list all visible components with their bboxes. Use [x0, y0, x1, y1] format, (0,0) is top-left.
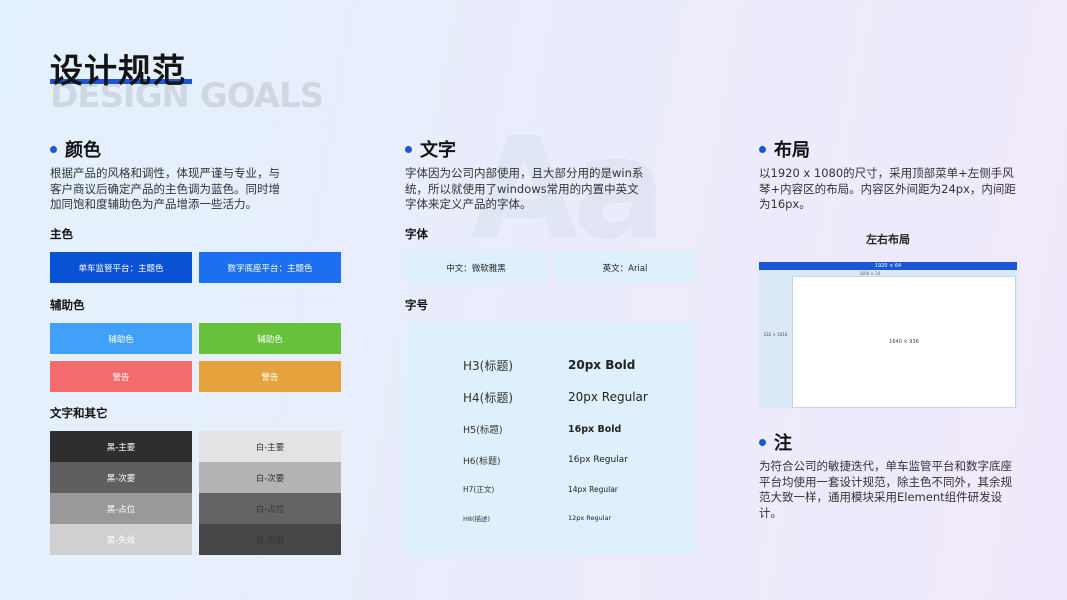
aux-swatch-label: 警告 — [112, 372, 130, 383]
primary-swatch-label: 数字底座平台：主题色 — [227, 263, 313, 274]
type-value: 14px Regular — [568, 484, 618, 494]
layout-main-area: 1640 × 936 — [792, 276, 1016, 408]
type-row-h4: H4(标题) 20px Regular — [405, 387, 696, 407]
aux-swatch-label: 辅助色 — [108, 334, 134, 345]
white-primary-swatch: 白-主要 — [199, 431, 341, 462]
font-box-chinese: 中文：微软雅黑 — [405, 252, 547, 283]
aux-swatch-label: 辅助色 — [257, 334, 283, 345]
layout-side-label: 232 × 1016 — [763, 332, 788, 337]
bullet-icon — [759, 438, 766, 446]
swatch-label: 白-次要 — [255, 473, 285, 484]
type-row-h6: H6(标题) 16px Regular — [405, 450, 696, 470]
layout-description: 以1920 x 1080的尺寸，采用顶部菜单+左侧手风琴+内容区的布局。内容区外… — [759, 166, 1016, 211]
type-value: 16px Bold — [568, 423, 622, 435]
type-value: 12px Regular — [568, 514, 612, 522]
primary-swatch-2: 数字底座平台：主题色 — [199, 252, 341, 283]
warning-swatch-1: 警告 — [50, 361, 192, 392]
aux-swatch-label: 警告 — [261, 372, 279, 383]
layout-diagram: 1920 × 64 1600 × 24 232 × 1016 1640 × 93… — [759, 262, 1017, 408]
black-placeholder-swatch: 黑-占位 — [50, 493, 192, 524]
primary-color-label: 主色 — [50, 227, 73, 241]
layout-top-label: 1920 × 64 — [874, 263, 902, 269]
type-name: H8(描述) — [463, 515, 491, 523]
black-disabled-swatch: 黑-失效 — [50, 524, 192, 555]
bullet-icon — [50, 145, 57, 153]
bullet-icon — [405, 145, 412, 153]
swatch-label: 黑-主要 — [106, 442, 136, 453]
layout-main-label: 1640 × 936 — [889, 339, 919, 345]
primary-swatch-1: 单车监管平台：主题色 — [50, 252, 192, 283]
warning-swatch-2: 警告 — [199, 361, 341, 392]
note-heading: 注 — [759, 429, 792, 455]
note-heading-text: 注 — [774, 433, 792, 454]
type-name: H7(正文) — [463, 484, 495, 494]
black-secondary-swatch: 黑-次要 — [50, 462, 192, 493]
color-description: 根据产品的风格和调性，体现严谨与专业，与客户商议后确定产品的主色调为蓝色。同时增… — [50, 166, 280, 211]
type-name: H3(标题) — [463, 358, 514, 373]
white-secondary-swatch: 白-次要 — [199, 462, 341, 493]
black-primary-swatch: 黑-主要 — [50, 431, 192, 462]
layout-heading-text: 布局 — [774, 140, 810, 161]
type-value: 20px Bold — [568, 358, 636, 372]
text-description: 字体因为公司内部使用，且大部分用的是win系统，所以就使用了windows常用的… — [405, 166, 644, 211]
color-heading-text: 颜色 — [65, 140, 101, 161]
text-color-label: 文字和其它 — [50, 406, 108, 420]
bullet-icon — [759, 145, 766, 153]
aux-swatch-2: 辅助色 — [199, 323, 341, 354]
layout-diagram-title: 左右布局 — [866, 233, 910, 246]
type-row-h3: H3(标题) 20px Bold — [405, 355, 696, 375]
type-name: H4(标题) — [463, 390, 514, 405]
swatch-label: 白-占位 — [255, 504, 285, 515]
type-row-h7: H7(正文) 14px Regular — [405, 479, 696, 499]
size-label: 字号 — [405, 298, 428, 312]
primary-swatch-label: 单车监管平台：主题色 — [78, 263, 164, 274]
swatch-label: 黑-失效 — [106, 535, 136, 546]
text-heading: 文字 — [405, 136, 456, 162]
layout-heading: 布局 — [759, 136, 810, 162]
font-box-english: 英文：Arial — [554, 252, 696, 283]
white-placeholder-swatch: 白-占位 — [199, 493, 341, 524]
note-description: 为符合公司的敏捷迭代，单车监管平台和数字底座平台均使用一套设计规范，除主色不同外… — [759, 459, 1012, 520]
text-heading-text: 文字 — [420, 140, 456, 161]
type-value: 20px Regular — [568, 390, 648, 404]
swatch-label: 白-失效 — [255, 535, 285, 546]
swatch-label: 黑-占位 — [106, 504, 136, 515]
font-english: 英文：Arial — [602, 263, 648, 274]
layout-top-bar: 1920 × 64 — [759, 262, 1017, 270]
type-name: H5(标题) — [463, 425, 503, 436]
swatch-label: 黑-次要 — [106, 473, 136, 484]
type-row-h5: H5(标题) 16px Bold — [405, 419, 696, 439]
type-value: 16px Regular — [568, 455, 628, 465]
type-scale-panel: H3(标题) 20px Bold H4(标题) 20px Regular H5(… — [405, 323, 696, 555]
font-chinese: 中文：微软雅黑 — [446, 263, 506, 274]
type-name: H6(标题) — [463, 456, 501, 467]
aux-color-label: 辅助色 — [50, 298, 85, 312]
swatch-label: 白-主要 — [255, 442, 285, 453]
color-heading: 颜色 — [50, 136, 101, 162]
white-disabled-swatch: 白-失效 — [199, 524, 341, 555]
aux-swatch-1: 辅助色 — [50, 323, 192, 354]
type-row-h8: H8(描述) 12px Regular — [405, 508, 696, 528]
page-title: 设计规范 — [50, 51, 186, 90]
font-label: 字体 — [405, 227, 428, 241]
